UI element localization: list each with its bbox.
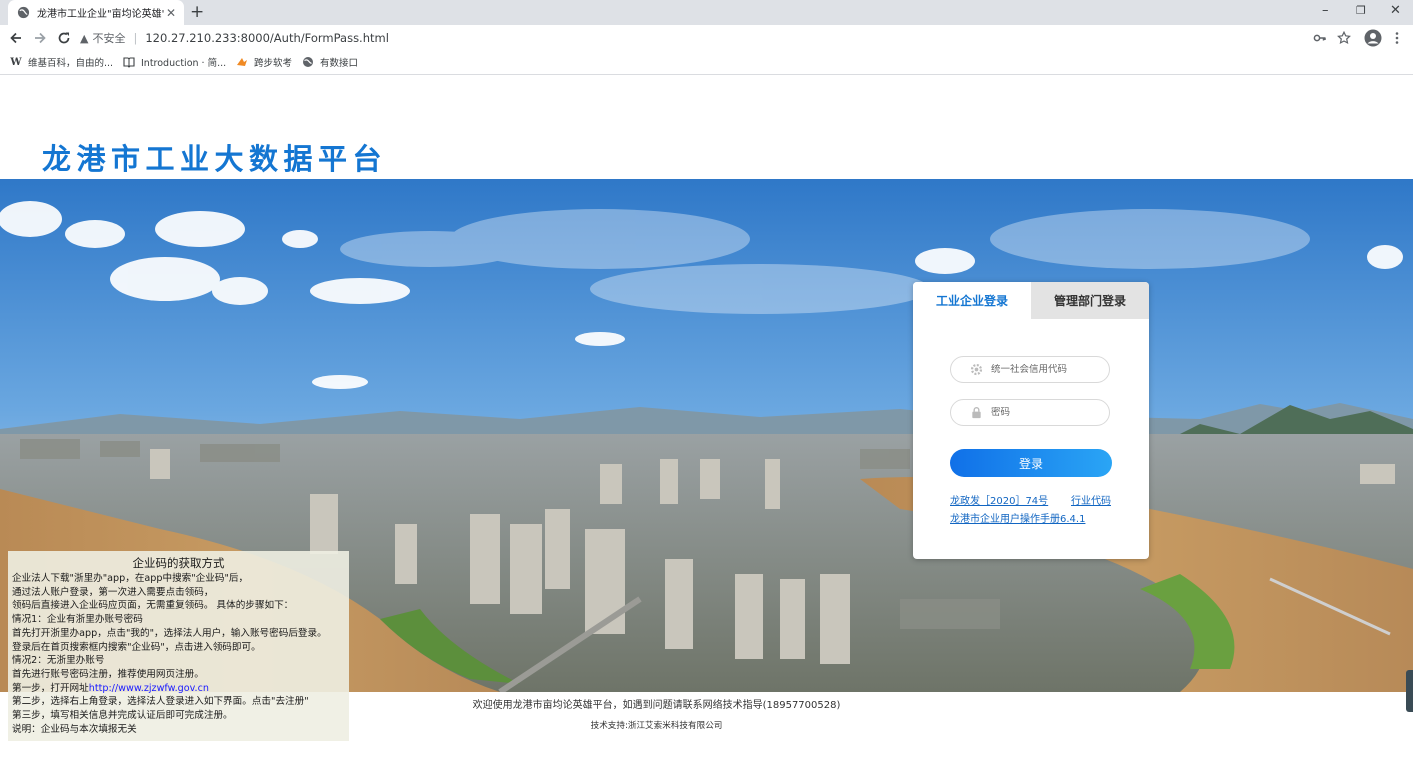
bookmark-wikipedia[interactable]: W 维基百科，自由的... — [10, 55, 114, 70]
info-panel-title: 企业码的获取方式 — [132, 556, 225, 570]
info-line: 首先打开浙里办app，点击"我的"，选择法人用户，输入账号密码后登录。 — [12, 627, 327, 639]
info-line: 领码后直接进入企业码应页面，无需重复领码。 具体的步骤如下： — [12, 600, 294, 612]
site-title: 龙港市工业大数据平台 — [42, 142, 388, 176]
password-field — [950, 399, 1110, 426]
credit-code-input[interactable] — [991, 364, 1106, 375]
side-float-tab[interactable] — [1406, 670, 1413, 712]
key-icon[interactable] — [1313, 31, 1327, 45]
window-close-button[interactable]: ✕ — [1390, 3, 1401, 18]
bookmark-label: 跨步软考 — [254, 58, 293, 69]
tab-enterprise-login[interactable]: 工业企业登录 — [913, 282, 1031, 319]
tab-title: 龙港市工业企业"亩均论英雄"综合评价 — [37, 9, 164, 20]
info-line: 情况1：企业有浙里办账号密码 — [12, 614, 143, 626]
login-button[interactable]: 登录 — [950, 449, 1112, 477]
star-icon[interactable] — [1337, 31, 1351, 45]
tab-department-login[interactable]: 管理部门登录 — [1031, 282, 1149, 319]
credit-code-field — [950, 356, 1110, 383]
industry-code-link[interactable]: 行业代码 — [1071, 492, 1111, 507]
step1-prefix: 第一步，打开网址 — [12, 682, 89, 694]
bookmark-youshu[interactable]: 有数接口 — [302, 55, 358, 69]
browser-toolbar: ▲ 不安全 | 120.27.210.233:8000/Auth/FormPas… — [0, 25, 1413, 51]
login-tabs: 工业企业登录 管理部门登录 — [913, 282, 1149, 319]
user-manual-link[interactable]: 龙港市企业用户操作手册6.4.1 — [950, 510, 1085, 525]
back-arrow-icon[interactable] — [8, 30, 24, 46]
zjzwfw-link[interactable]: http://www.zjzwfw.gov.cn — [89, 683, 209, 694]
info-line-step1: 第一步，打开网址http://www.zjzwfw.gov.cn — [12, 682, 345, 696]
menu-dots-icon[interactable] — [1394, 31, 1400, 45]
security-warning: 不安全 — [92, 32, 126, 45]
bookmark-introduction[interactable]: Introduction · 简... — [123, 55, 226, 69]
info-line: 首先进行账号密码注册，推荐使用网页注册。 — [12, 668, 204, 680]
policy-link[interactable]: 龙政发［2020］74号 — [950, 492, 1048, 507]
page-content: 龙港市工业大数据平台 工业企业登录 管理部门登录 统一社会信用代码 登录 龙政发… — [0, 76, 1413, 766]
browser-tab-strip: 龙港市工业企业"亩均论英雄"综合评价 ✕ + – ❐ ✕ — [0, 0, 1413, 25]
enterprise-code-info-panel: 企业码的获取方式 企业法人下载"浙里办"app，在app中搜索"企业码"后， 通… — [8, 551, 349, 741]
wikipedia-icon: W — [10, 56, 22, 68]
settings-icon — [970, 363, 983, 376]
new-tab-button[interactable]: + — [190, 3, 204, 21]
footer-support-text: 技术支持:浙江艾索米科技有限公司 — [590, 721, 723, 731]
address-bar[interactable]: ▲ 不安全 | 120.27.210.233:8000/Auth/FormPas… — [80, 27, 1380, 49]
bookmarks-bar: W 维基百科，自由的... Introduction · 简... 跨步软考 有… — [0, 51, 1413, 75]
kuabu-icon — [237, 58, 247, 66]
book-icon — [123, 57, 135, 68]
profile-avatar-icon[interactable] — [1364, 29, 1382, 47]
info-line: 登录后在首页搜索框内搜索"企业码"，点击进入领码即可。 — [12, 641, 261, 653]
password-input[interactable] — [991, 407, 1106, 418]
bookmark-label: Introduction · 简... — [141, 58, 227, 69]
footer-welcome: 欢迎使用龙港市亩均论英雄平台，如遇到问题请联系网络技术指导(1895770052… — [0, 696, 1413, 711]
address-separator: | — [133, 31, 138, 45]
minimize-button[interactable]: – — [1322, 3, 1329, 18]
bookmark-kuabu[interactable]: 跨步软考 — [236, 55, 292, 69]
restore-button[interactable]: ❐ — [1356, 4, 1366, 17]
info-line: 通过法人账户登录，第一次进入需要点击领码， — [12, 586, 214, 598]
browser-tab[interactable]: 龙港市工业企业"亩均论英雄"综合评价 ✕ — [8, 0, 184, 25]
url-text[interactable]: 120.27.210.233:8000/Auth/FormPass.html — [145, 31, 389, 45]
globe-icon — [303, 57, 313, 67]
login-card: 工业企业登录 管理部门登录 登录 龙政发［2020］74号 行业代码 龙港市企业… — [913, 282, 1149, 559]
footer-welcome-text: 欢迎使用龙港市亩均论英雄平台，如遇到问题请联系网络技术指导(1895770052… — [472, 700, 841, 711]
warning-icon: ▲ — [80, 31, 89, 45]
info-line: 情况2：无浙里办账号 — [12, 655, 105, 667]
forward-arrow-icon[interactable] — [32, 30, 48, 46]
bookmark-label: 维基百科，自由的... — [28, 58, 114, 69]
info-line: 企业法人下载"浙里办"app，在app中搜索"企业码"后， — [12, 573, 249, 584]
lock-icon — [972, 406, 981, 419]
globe-icon — [17, 6, 30, 19]
footer-support: 技术支持:浙江艾索米科技有限公司 — [0, 719, 1413, 731]
bookmark-label: 有数接口 — [320, 58, 359, 69]
reload-icon[interactable] — [56, 30, 72, 46]
close-icon[interactable]: ✕ — [164, 6, 178, 20]
